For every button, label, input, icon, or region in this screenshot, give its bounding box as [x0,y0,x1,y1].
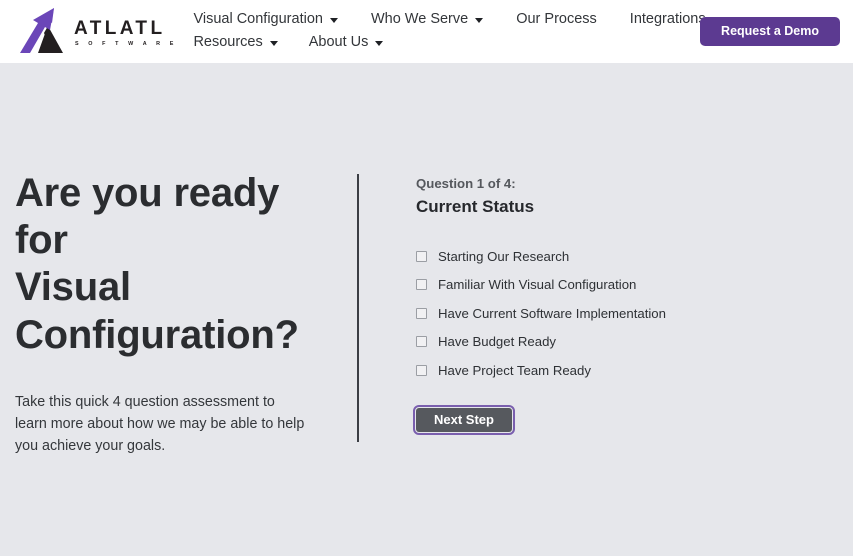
brand-tagline: S O F T W A R E [75,40,178,47]
next-step-button[interactable]: Next Step [413,404,515,435]
site-header: ATLATL S O F T W A R E Visual Configurat… [0,0,853,63]
list-item[interactable]: Starting Our Research [416,242,853,271]
page-title: Are you ready for Visual Configuration? [15,170,327,359]
quiz-panel: Question 1 of 4: Current Status Starting… [359,170,853,457]
option-label: Starting Our Research [438,248,570,264]
nav-item-who-we-serve[interactable]: Who We Serve [370,8,484,31]
brand-name: ATLATL [74,17,166,39]
page-body: Are you ready for Visual Configuration? … [0,63,853,556]
nav-label: Who We Serve [370,11,469,28]
list-item[interactable]: Have Project Team Ready [416,356,853,385]
nav-label: Visual Configuration [193,11,323,28]
question-progress-label: Question 1 of 4: [416,176,516,191]
question-title: Current Status [416,196,535,216]
list-item[interactable]: Have Budget Ready [416,328,853,357]
option-checkbox-have-project-team-ready[interactable] [416,365,427,377]
page-title-line-1: Are you ready for [15,171,280,263]
option-label: Have Project Team Ready [438,362,591,378]
nav-item-our-process[interactable]: Our Process [516,8,597,31]
brand-wordmark: ATLATL S O F T W A R E [74,19,177,47]
option-checkbox-starting-our-research[interactable] [416,250,427,262]
nav-label: Our Process [516,11,597,28]
list-item[interactable]: Have Current Software Implementation [416,299,853,328]
request-a-demo-button[interactable]: Request a Demo [700,17,840,46]
quiz-options-list: Starting Our Research Familiar With Visu… [416,242,853,385]
chevron-down-icon [475,18,484,23]
atlatl-arrow-logo-icon [20,7,63,53]
list-item[interactable]: Familiar With Visual Configuration [416,271,853,300]
hero-section: Are you ready for Visual Configuration? … [0,63,853,457]
nav-item-resources[interactable]: Resources [193,31,278,54]
option-checkbox-have-current-software-implementation[interactable] [416,307,427,319]
option-checkbox-familiar-with-visual-configuration[interactable] [416,279,427,291]
hero-paragraph: Take this quick 4 question assessment to… [15,393,305,455]
nav-label: Integrations [629,11,706,28]
option-label: Familiar With Visual Configuration [438,277,637,293]
brand-logo-link[interactable]: ATLATL S O F T W A R E [18,0,177,63]
option-label: Have Budget Ready [438,334,557,350]
nav-item-visual-configuration[interactable]: Visual Configuration [193,8,338,31]
main-navigation: Visual Configuration Who We Serve Our Pr… [193,0,753,54]
option-checkbox-have-budget-ready[interactable] [416,336,427,348]
page-title-line-2: Visual Configuration? [15,265,299,357]
chevron-down-icon [375,41,384,46]
option-label: Have Current Software Implementation [438,305,666,321]
nav-item-about-us[interactable]: About Us [309,31,384,54]
nav-label: Resources [193,34,263,51]
hero-left-column: Are you ready for Visual Configuration? … [15,170,345,457]
nav-label: About Us [308,34,369,51]
chevron-down-icon [269,41,278,46]
chevron-down-icon [329,18,338,23]
